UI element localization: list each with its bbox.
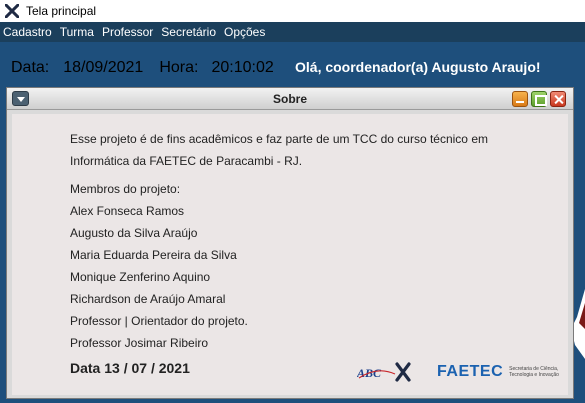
- faetec-logo-text: FAETEC: [437, 363, 504, 380]
- member-item: Maria Eduarda Pereira da Silva: [70, 248, 237, 262]
- abcx-logo: ABC: [357, 362, 411, 382]
- about-dialog: Sobre Esse projeto é de fins acadêmicos …: [6, 87, 574, 399]
- member-item: Augusto da Silva Araújo: [70, 226, 198, 240]
- menu-secretario[interactable]: Secretário: [161, 25, 216, 39]
- faetec-logo: FAETEC Secretaria de Ciência, Tecnologia…: [437, 360, 559, 384]
- window-title: Tela principal: [26, 4, 97, 18]
- about-content: Esse projeto é de fins acadêmicos e faz …: [12, 114, 568, 395]
- member-item: Monique Zenferino Aquino: [70, 270, 211, 284]
- menu-bar: Cadastro Turma Professor Secretário Opçõ…: [0, 22, 585, 42]
- date-label: Data:: [11, 59, 50, 76]
- x-logo-icon: [4, 3, 20, 19]
- window-title-bar: Tela principal: [0, 0, 585, 22]
- time-value: 20:10:02: [211, 59, 274, 76]
- menu-cadastro[interactable]: Cadastro: [3, 25, 52, 39]
- description-line-2: Informática da FAETEC de Paracambi - RJ.: [70, 154, 303, 168]
- project-date: Data 13 / 07 / 2021: [70, 360, 190, 376]
- member-item: Alex Fonseca Ramos: [70, 204, 185, 218]
- close-icon[interactable]: [550, 91, 566, 107]
- menu-professor[interactable]: Professor: [102, 25, 153, 39]
- about-dialog-header[interactable]: Sobre: [7, 88, 573, 110]
- date-value: 18/09/2021: [63, 59, 144, 76]
- advisor-note: Professor | Orientador do projeto.: [70, 314, 248, 328]
- dialog-title: Sobre: [272, 92, 307, 106]
- date-time-info: Data: 18/09/2021 Hora: 20:10:02: [11, 59, 274, 77]
- minimize-icon[interactable]: [512, 91, 528, 107]
- members-heading: Membros do projeto:: [70, 182, 181, 196]
- faetec-logo-subtitle: Secretaria de Ciência, Tecnologia e Inov…: [509, 366, 559, 378]
- advisor-name: Professor Josimar Ribeiro: [70, 336, 209, 350]
- user-greeting: Olá, coordenador(a) Augusto Araujo!: [295, 59, 541, 75]
- time-label: Hora:: [159, 59, 199, 76]
- maximize-icon[interactable]: [531, 91, 547, 107]
- description-line-1: Esse projeto é de fins acadêmicos e faz …: [70, 132, 488, 146]
- menu-turma[interactable]: Turma: [60, 25, 94, 39]
- menu-opcoes[interactable]: Opções: [224, 25, 265, 39]
- member-item: Richardson de Araújo Amaral: [70, 292, 226, 306]
